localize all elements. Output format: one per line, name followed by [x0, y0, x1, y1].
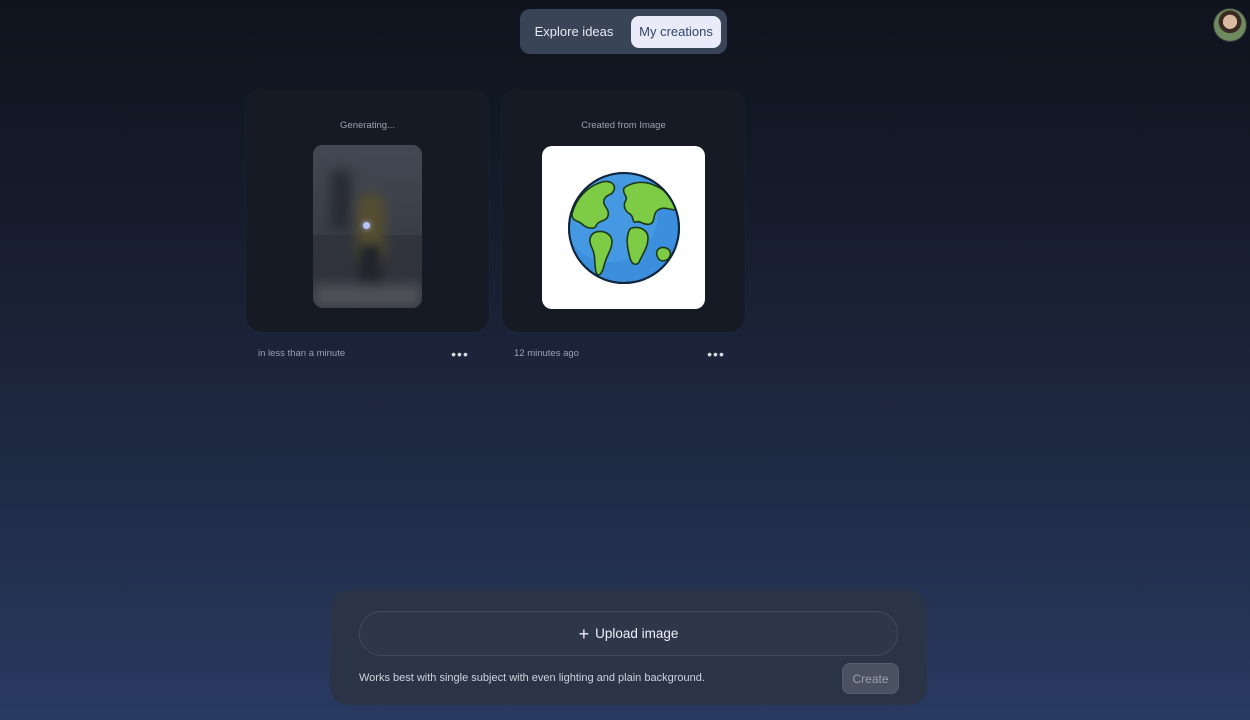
creation-card-image[interactable]: Created from Image	[502, 90, 745, 332]
upload-hint: Works best with single subject with even…	[359, 672, 705, 684]
more-options-icon[interactable]: •••	[450, 346, 470, 362]
tab-explore-ideas[interactable]: Explore ideas	[526, 16, 622, 48]
loading-indicator	[363, 222, 370, 229]
tab-my-creations[interactable]: My creations	[631, 15, 721, 48]
creation-card-generating[interactable]: Generating...	[246, 90, 489, 332]
more-options-icon[interactable]: •••	[706, 346, 726, 362]
plus-icon: +	[578, 623, 590, 644]
upload-image-label: Upload image	[595, 626, 679, 641]
globe-icon	[567, 171, 680, 284]
upload-image-button[interactable]: + Upload image	[359, 611, 898, 656]
generating-preview	[313, 145, 422, 308]
view-switcher: Explore ideas My creations	[520, 9, 727, 54]
card-status-label: Created from Image	[581, 120, 666, 131]
creation-thumbnail[interactable]	[542, 146, 705, 309]
card-status-label: Generating...	[340, 120, 395, 131]
composer-panel: + Upload image Works best with single su…	[330, 590, 927, 705]
card-timestamp: in less than a minute	[258, 348, 346, 359]
avatar[interactable]	[1214, 9, 1246, 41]
create-button[interactable]: Create	[842, 663, 899, 694]
card-timestamp: 12 minutes ago	[514, 348, 579, 359]
